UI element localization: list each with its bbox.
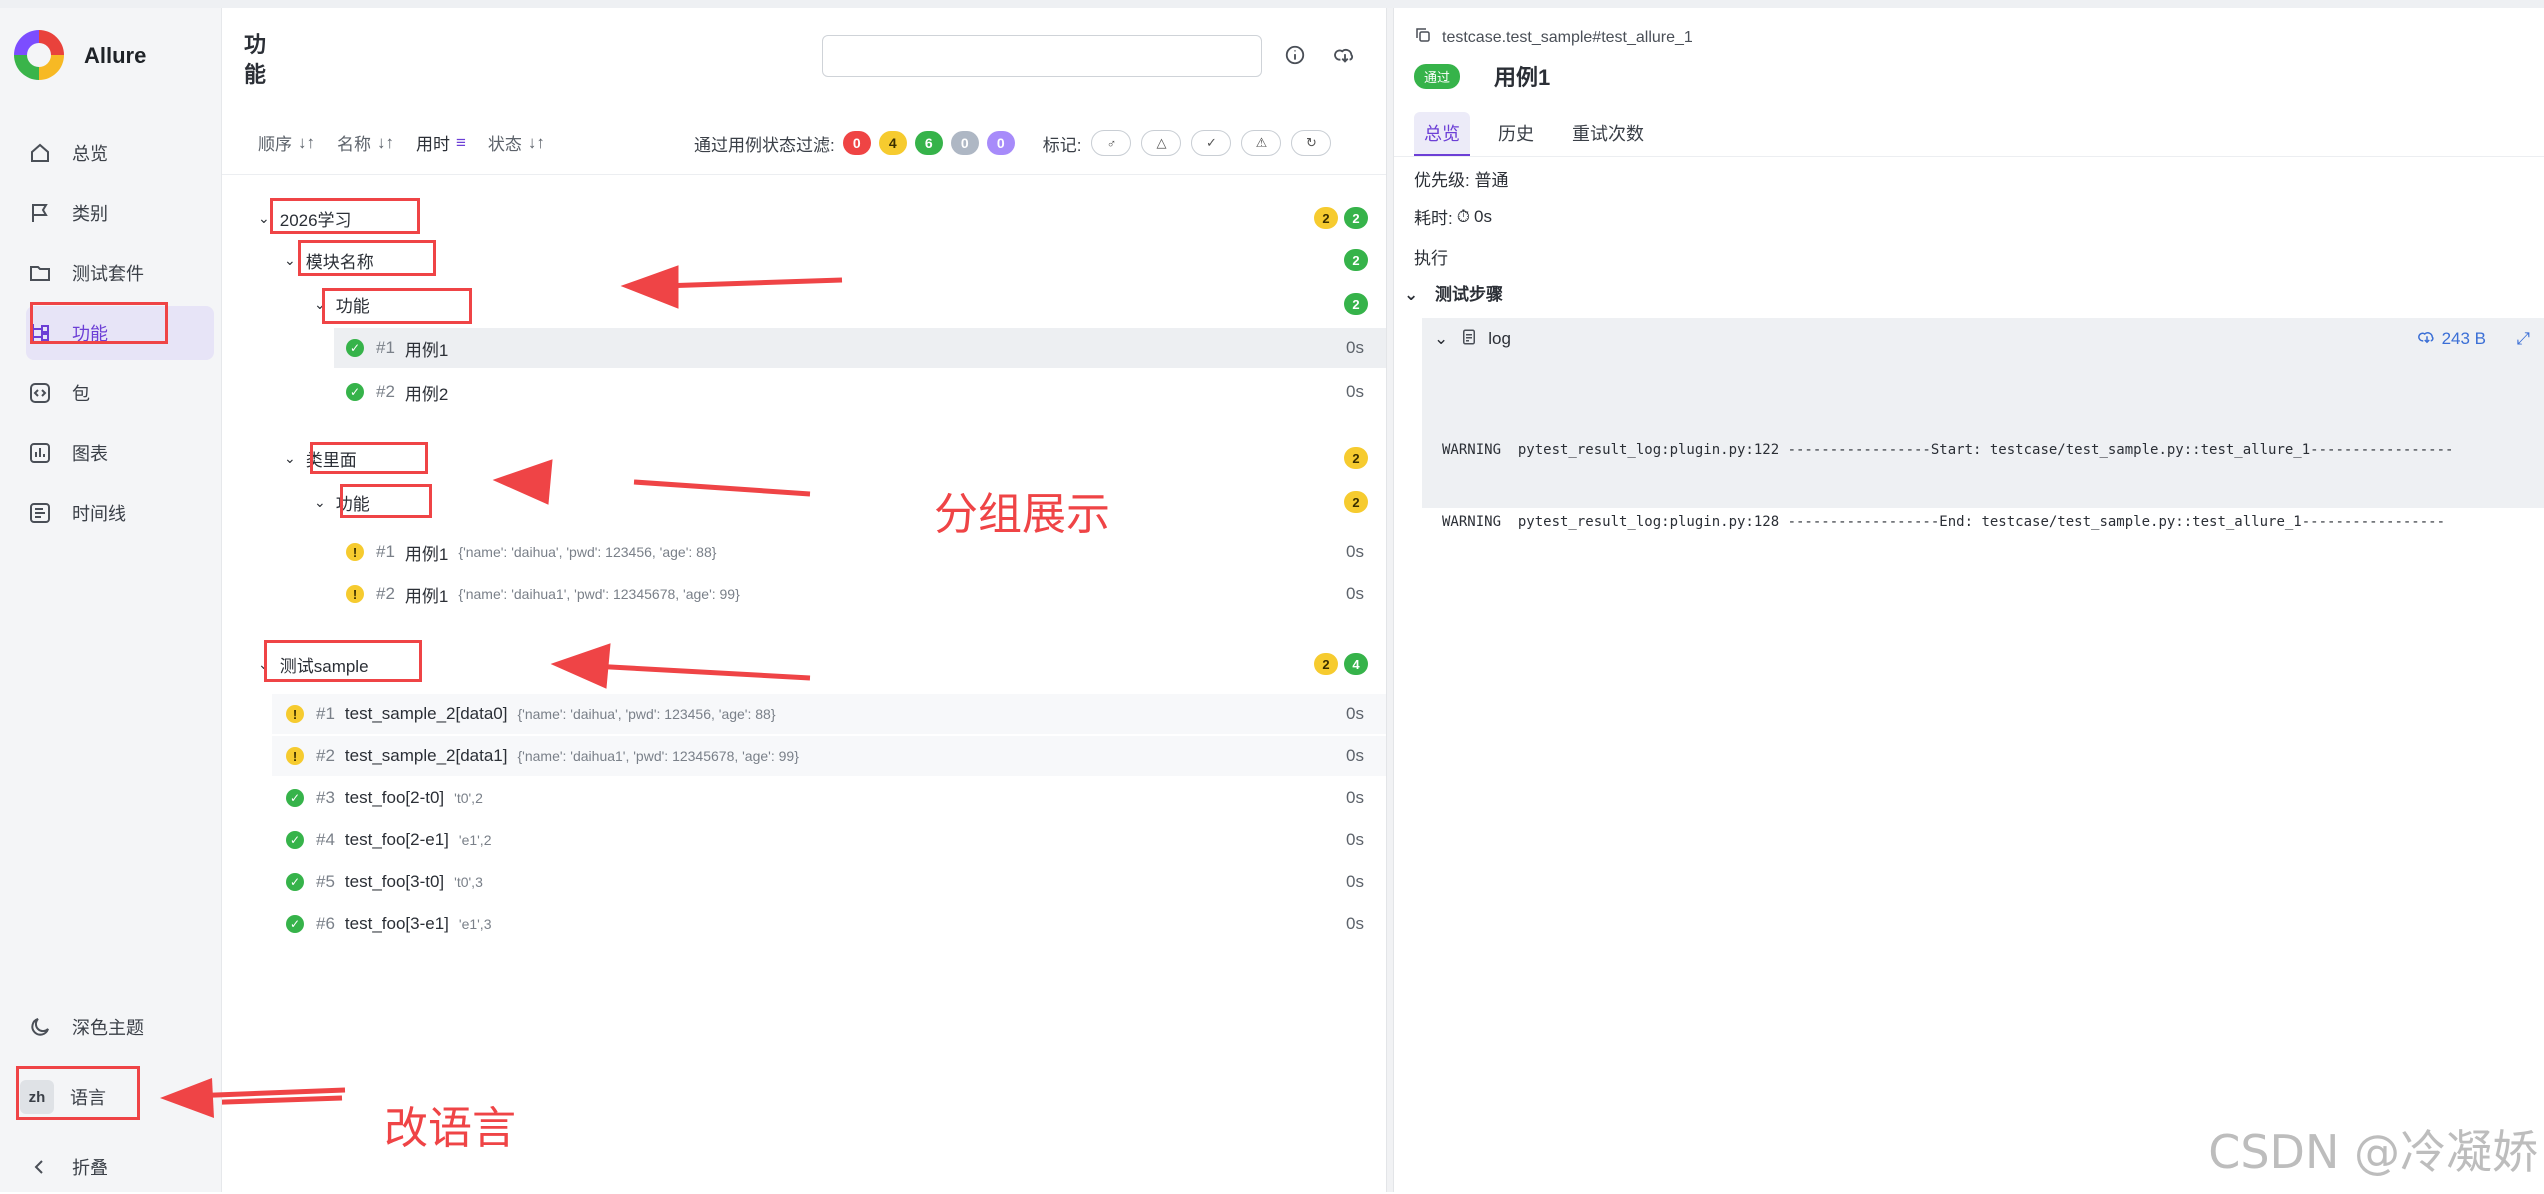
sidebar-item-packages[interactable]: 包 <box>26 366 211 420</box>
test-detail-pane: testcase.test_sample#test_allure_1 通过 用例… <box>1394 8 2544 1192</box>
collapse-button[interactable]: 折叠 <box>26 1140 211 1194</box>
sidebar: Allure 总览 类别 测试套件 功能 包 图表 时间线 深色主题 zh 语言… <box>0 8 222 1192</box>
annotation-arrowhead <box>550 643 611 689</box>
tab-overview[interactable]: 总览 <box>1414 112 1470 157</box>
sidebar-item-timeline[interactable]: 时间线 <box>26 486 211 540</box>
sidebar-item-label: 类别 <box>72 204 108 224</box>
steps-title: 测试步骤 <box>1434 285 1503 304</box>
chevron-down-icon: ⌄ <box>1404 285 1419 304</box>
sidebar-item-suites[interactable]: 测试套件 <box>26 246 211 300</box>
allure-logo-icon <box>14 30 64 80</box>
brand-name: Allure <box>84 43 147 68</box>
test-title: 用例1 <box>1494 65 1551 90</box>
test-path: testcase.test_sample#test_allure_1 <box>1442 28 1693 46</box>
behaviors-pane: 功能 顺序 ↓↑ 名称 ↓↑ 用时 ≡ 状态 ↓↑ 通过用例状态过滤: 0 4 6 0 … <box>222 8 1386 1192</box>
log-line: WARNING pytest_result_log:plugin.py:128 … <box>1442 514 2446 530</box>
sidebar-item-label: 图表 <box>72 444 108 464</box>
log-header[interactable]: ⌄ log 243 B ⤢ <box>1422 318 2544 360</box>
annotation-grouping: 分组展示 <box>934 489 1110 540</box>
annotation-arrow <box>661 277 843 289</box>
pane-resizer[interactable] <box>1386 8 1394 1192</box>
home-icon <box>26 139 54 167</box>
duration-value: 0s <box>1474 206 1492 226</box>
annotation-arrow-language <box>160 1078 346 1118</box>
chevron-left-icon <box>26 1153 54 1181</box>
chevron-down-icon: ⌄ <box>1434 329 1449 348</box>
log-name: log <box>1488 329 1511 348</box>
highlight-box-sidebar-behaviors <box>30 302 168 344</box>
download-log-button[interactable]: 243 B <box>2417 328 2486 351</box>
steps-section[interactable]: ⌄ 测试步骤 <box>1404 280 1503 305</box>
collapse-label: 折叠 <box>72 1158 108 1178</box>
log-line: WARNING pytest_result_log:plugin.py:122 … <box>1442 442 2454 458</box>
sidebar-item-categories[interactable]: 类别 <box>26 186 211 240</box>
moon-icon <box>26 1013 54 1041</box>
chart-icon <box>26 439 54 467</box>
log-attachment: ⌄ log 243 B ⤢ WARNING pytest_result_log:… <box>1422 318 2544 530</box>
log-content: WARNING pytest_result_log:plugin.py:122 … <box>1442 390 2532 582</box>
sidebar-item-label: 包 <box>72 384 90 404</box>
stopwatch-icon: ⏱ <box>1456 206 1470 226</box>
highlight-box-language <box>16 1066 140 1120</box>
cloud-download-icon <box>2417 328 2436 351</box>
detail-tabs: 总览 历史 重试次数 <box>1414 112 1672 157</box>
flag-icon <box>26 199 54 227</box>
timeline-icon <box>26 499 54 527</box>
duration-line: 耗时: ⏱ 0s <box>1414 204 1492 229</box>
annotation-arrowhead <box>620 265 679 309</box>
dark-theme-label: 深色主题 <box>72 1018 144 1038</box>
sidebar-item-label: 测试套件 <box>72 264 144 284</box>
annotation-arrows <box>222 265 843 1105</box>
tab-history[interactable]: 历史 <box>1488 112 1544 157</box>
annotation-arrow <box>633 479 811 497</box>
sidebar-item-label: 总览 <box>72 144 108 164</box>
dark-theme-toggle[interactable]: 深色主题 <box>26 1000 211 1054</box>
annotation-change-language: 改语言 <box>384 1103 516 1154</box>
priority-text: 优先级: 普通 <box>1414 171 1509 190</box>
annotation-arrowhead <box>492 459 553 505</box>
duration-label: 耗时: <box>1414 209 1453 228</box>
sidebar-item-label: 时间线 <box>72 504 126 524</box>
expand-icon[interactable]: ⤢ <box>2516 329 2530 349</box>
divider <box>1394 156 2544 157</box>
sidebar-item-graphs[interactable]: 图表 <box>26 426 211 480</box>
file-icon <box>1460 328 1478 351</box>
watermark: CSDN @冷凝娇 <box>2208 1125 2538 1179</box>
annotation-arrow <box>591 663 811 681</box>
copy-icon[interactable] <box>1414 26 1432 49</box>
breadcrumb: testcase.test_sample#test_allure_1 <box>1414 26 1693 49</box>
execution-heading: 执行 <box>1414 249 1448 268</box>
sidebar-item-overview[interactable]: 总览 <box>26 126 211 180</box>
code-icon <box>26 379 54 407</box>
tab-retries[interactable]: 重试次数 <box>1562 112 1654 157</box>
top-border <box>0 0 2544 8</box>
status-badge: 通过 <box>1414 64 1461 89</box>
log-size: 243 B <box>2441 329 2486 348</box>
folder-icon <box>26 259 54 287</box>
